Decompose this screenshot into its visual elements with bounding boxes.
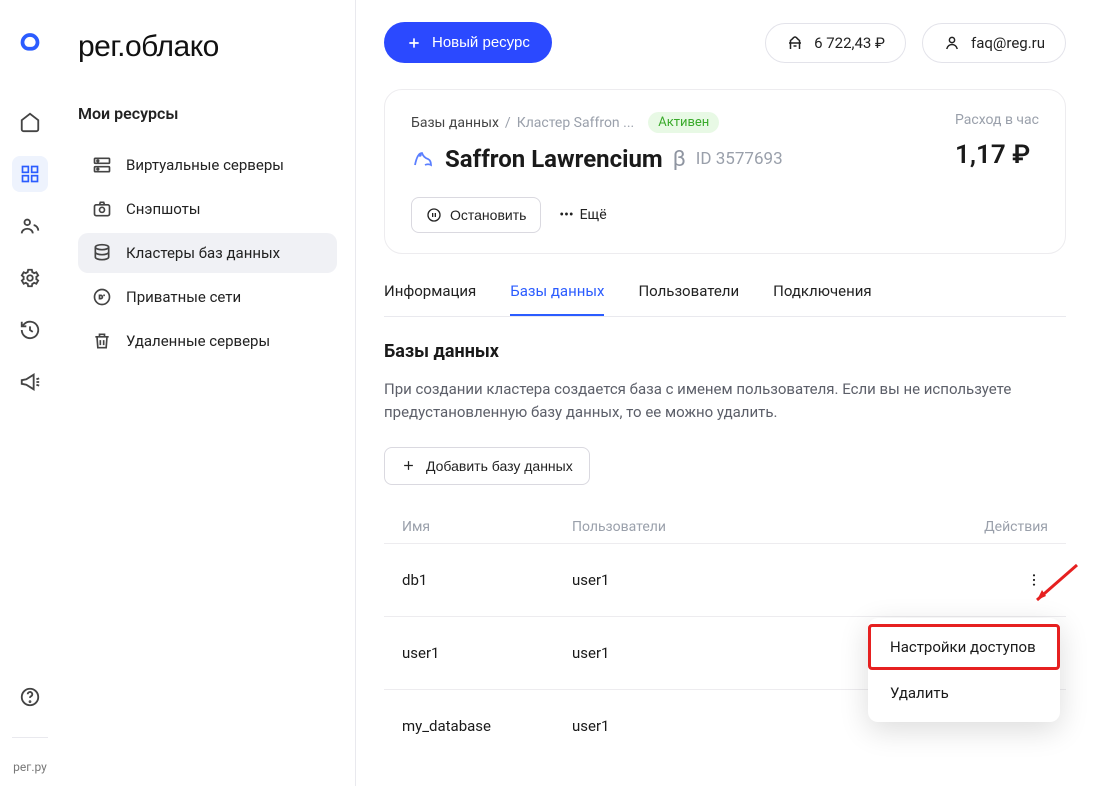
pause-icon (426, 207, 442, 223)
help-icon[interactable] (12, 679, 48, 715)
settings-icon[interactable] (12, 260, 48, 296)
tab-info[interactable]: Информация (384, 282, 476, 316)
section-hint: При создании кластера создается база с и… (384, 378, 1064, 425)
sidebar-item-label: Кластеры баз данных (126, 244, 280, 262)
user-icon (943, 34, 961, 52)
sidebar-item-label: Виртуальные серверы (126, 156, 284, 174)
sidebar-item-vms[interactable]: Виртуальные серверы (78, 145, 337, 185)
sidebar-item-label: Приватные сети (126, 288, 241, 306)
sidebar-item-deleted[interactable]: Удаленные серверы (78, 321, 337, 361)
sidebar-item-networks[interactable]: Приватные сети (78, 277, 337, 317)
sidebar-item-label: Удаленные серверы (126, 332, 270, 350)
section-heading: Базы данных (384, 341, 1066, 362)
cell-name: my_database (402, 717, 572, 735)
col-actions: Действия (958, 519, 1048, 535)
new-resource-label: Новый ресурс (432, 34, 530, 51)
rate-value: 1,17 ₽ (955, 140, 1039, 170)
status-badge: Активен (648, 112, 719, 133)
cell-users: user1 (572, 571, 958, 589)
brand-title: рег.облако (78, 30, 337, 64)
table-header: Имя Пользователи Действия (384, 511, 1066, 543)
dots-icon: ••• (559, 207, 573, 223)
cell-name: db1 (402, 571, 572, 589)
crumb-current: Кластер Saffron ... (517, 115, 635, 131)
users-icon[interactable] (12, 208, 48, 244)
beta-badge: β (673, 147, 686, 172)
new-resource-button[interactable]: Новый ресурс (384, 22, 552, 63)
more-button[interactable]: ••• Ещё (559, 207, 606, 223)
sidebar-item-label: Снэпшоты (126, 200, 201, 218)
mysql-icon (411, 147, 435, 171)
row-actions-button[interactable] (1020, 566, 1048, 594)
wallet-icon (786, 34, 804, 52)
plus-icon (401, 458, 416, 473)
row-actions-menu: Настройки доступов Удалить (868, 618, 1060, 722)
balance-pill[interactable]: 6 722,43 ₽ (765, 23, 906, 63)
plus-icon (406, 35, 422, 51)
account-label: faq@reg.ru (971, 34, 1045, 52)
more-label: Ещё (580, 207, 607, 223)
sidebar: рег.облако Мои ресурсы Виртуальные серве… (60, 0, 356, 786)
logo-icon[interactable] (12, 22, 48, 58)
history-icon[interactable] (12, 312, 48, 348)
brand-footer[interactable]: рег.ру (13, 760, 47, 774)
resource-card: Базы данных / Кластер Saffron ... Активе… (384, 89, 1066, 254)
home-icon[interactable] (12, 104, 48, 140)
crumb-root[interactable]: Базы данных (411, 115, 499, 131)
menu-delete[interactable]: Удалить (868, 670, 1060, 716)
cell-name: user1 (402, 644, 572, 662)
announce-icon[interactable] (12, 364, 48, 400)
sidebar-item-snapshots[interactable]: Снэпшоты (78, 189, 337, 229)
stop-label: Остановить (450, 207, 526, 223)
resources-icon[interactable] (12, 156, 48, 192)
topbar: Новый ресурс 6 722,43 ₽ faq@reg.ru (384, 22, 1066, 63)
rate-block: Расход в час 1,17 ₽ (955, 112, 1039, 170)
icon-rail: рег.ру (0, 0, 60, 786)
tabs: Информация Базы данных Пользователи Подк… (384, 282, 1066, 317)
add-database-button[interactable]: Добавить базу данных (384, 447, 590, 485)
server-icon (92, 155, 112, 175)
cluster-id: ID 3577693 (696, 149, 783, 169)
breadcrumb: Базы данных / Кластер Saffron ... Активе… (411, 112, 1039, 133)
stop-button[interactable]: Остановить (411, 197, 541, 233)
tab-users[interactable]: Пользователи (638, 282, 739, 316)
database-icon (92, 243, 112, 263)
account-pill[interactable]: faq@reg.ru (922, 23, 1066, 63)
col-name: Имя (402, 519, 572, 535)
menu-access-settings[interactable]: Настройки доступов (868, 624, 1060, 670)
rate-label: Расход в час (955, 112, 1039, 128)
sidebar-item-db-clusters[interactable]: Кластеры баз данных (78, 233, 337, 273)
tab-databases[interactable]: Базы данных (510, 282, 604, 316)
camera-icon (92, 199, 112, 219)
sidebar-section-title: Мои ресурсы (78, 104, 337, 123)
add-label: Добавить базу данных (426, 458, 573, 474)
balance-value: 6 722,43 ₽ (814, 34, 885, 52)
cluster-title: Saffron Lawrencium (445, 145, 663, 173)
network-icon (92, 287, 112, 307)
col-users: Пользователи (572, 519, 958, 535)
trash-icon (92, 331, 112, 351)
table-row: db1 user1 (384, 543, 1066, 616)
tab-connections[interactable]: Подключения (773, 282, 871, 316)
